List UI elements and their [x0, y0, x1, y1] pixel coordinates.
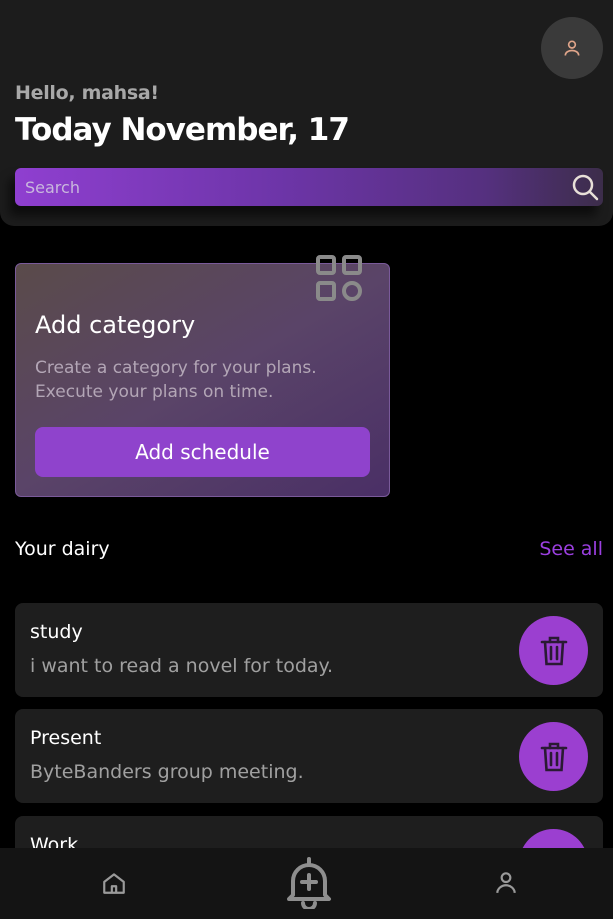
item-title: study [30, 621, 83, 643]
item-description: i want to read a novel for today. [30, 655, 334, 677]
search-input[interactable] [15, 168, 570, 206]
card-description-line2: Execute your plans on time. [35, 382, 274, 402]
nav-home-button[interactable] [96, 867, 132, 899]
list-item[interactable]: Present ByteBanders group meeting. [15, 709, 603, 803]
add-schedule-button[interactable]: Add schedule [35, 427, 370, 477]
greeting-text: Hello, mahsa! [15, 82, 159, 104]
delete-button[interactable] [519, 616, 588, 685]
page-title: Today November, 17 [15, 112, 350, 148]
list-item[interactable]: study i want to read a novel for today. [15, 603, 603, 697]
search-bar [15, 168, 603, 206]
user-icon [564, 40, 580, 56]
card-description: Create a category for your plans. Execut… [35, 356, 365, 404]
category-grid-icon [316, 255, 362, 301]
nav-profile-button[interactable] [490, 866, 522, 898]
see-all-link[interactable]: See all [539, 538, 603, 560]
trash-icon [540, 742, 567, 771]
card-title: Add category [35, 311, 196, 339]
delete-button[interactable] [519, 722, 588, 791]
item-description: ByteBanders group meeting. [30, 761, 304, 783]
bell-plus-icon [287, 857, 331, 909]
home-icon [103, 873, 125, 894]
card-description-line1: Create a category for your plans. [35, 358, 317, 378]
nav-add-reminder-button[interactable] [281, 854, 337, 910]
user-icon [496, 872, 516, 893]
section-title: Your dairy [15, 538, 110, 560]
profile-button[interactable] [541, 17, 603, 79]
search-icon[interactable] [569, 171, 601, 203]
item-title: Present [30, 727, 102, 749]
trash-icon [540, 636, 567, 665]
header: Hello, mahsa! Today November, 17 [0, 0, 613, 226]
bottom-nav [0, 848, 613, 919]
